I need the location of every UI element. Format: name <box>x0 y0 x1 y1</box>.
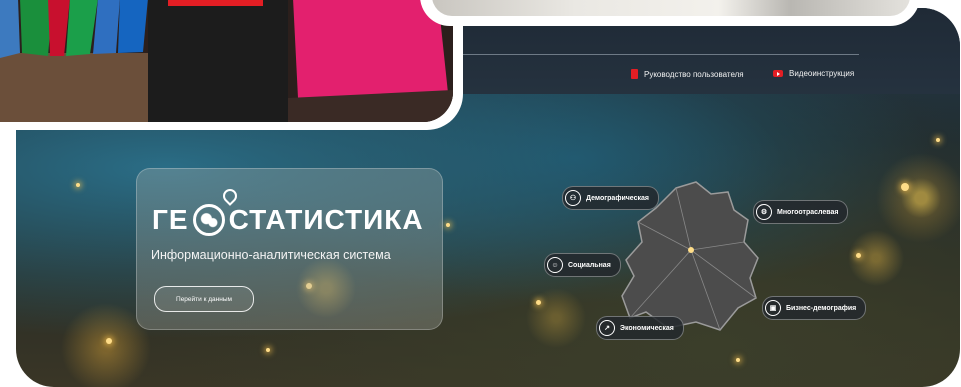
location-pin-icon <box>220 186 240 206</box>
youtube-icon <box>773 70 783 77</box>
photo-collage-right <box>420 0 920 26</box>
city-light <box>936 138 940 142</box>
go-to-data-button[interactable]: Перейти к данным <box>154 286 254 312</box>
header-divider <box>461 54 859 55</box>
city-light <box>266 348 270 352</box>
city-light <box>106 338 112 344</box>
city-light <box>76 183 80 187</box>
globe-icon <box>192 204 225 236</box>
category-multi-sector[interactable]: ⚙ Многоотраслевая <box>753 200 849 224</box>
logo: ГЕ СТАТИСТИКА <box>152 204 424 236</box>
category-label: Многоотраслевая <box>777 208 839 216</box>
category-business-demography[interactable]: ▣ Бизнес-демография <box>762 296 867 320</box>
video-guide-label: Видеоинструкция <box>789 69 855 78</box>
hero-card: ГЕ СТАТИСТИКА Информационно-аналитическа… <box>136 168 443 330</box>
laptop-photo <box>432 0 910 16</box>
user-guide-label: Руководство пользователя <box>644 69 744 79</box>
city-light <box>536 300 541 305</box>
city-light <box>736 358 740 362</box>
people-icon: ⚇ <box>565 190 581 206</box>
category-label: Социальная <box>568 261 611 269</box>
business-icon: ▣ <box>765 300 781 316</box>
pdf-icon <box>631 69 638 79</box>
category-label: Демографическая <box>586 194 649 202</box>
event-photo-image <box>0 0 453 122</box>
event-photo <box>0 0 453 122</box>
category-economic[interactable]: ↗ Экономическая <box>596 316 684 340</box>
logo-text-right: СТАТИСТИКА <box>228 204 424 235</box>
category-label: Экономическая <box>620 324 674 332</box>
city-light <box>901 183 909 191</box>
logo-text-left: ГЕ <box>152 204 189 235</box>
social-icon: ☺ <box>547 257 563 273</box>
category-social[interactable]: ☺ Социальная <box>544 253 621 277</box>
industry-icon: ⚙ <box>756 204 772 220</box>
economy-icon: ↗ <box>599 320 615 336</box>
hero-subtitle: Информационно-аналитическая система <box>151 248 391 262</box>
category-label: Бизнес-демография <box>786 304 857 312</box>
city-light <box>446 223 450 227</box>
user-guide-link[interactable]: Руководство пользователя <box>631 69 744 79</box>
city-light <box>856 253 861 258</box>
video-guide-link[interactable]: Видеоинструкция <box>773 69 854 78</box>
photo-collage-left <box>0 0 463 130</box>
category-demographic[interactable]: ⚇ Демографическая <box>562 186 659 210</box>
